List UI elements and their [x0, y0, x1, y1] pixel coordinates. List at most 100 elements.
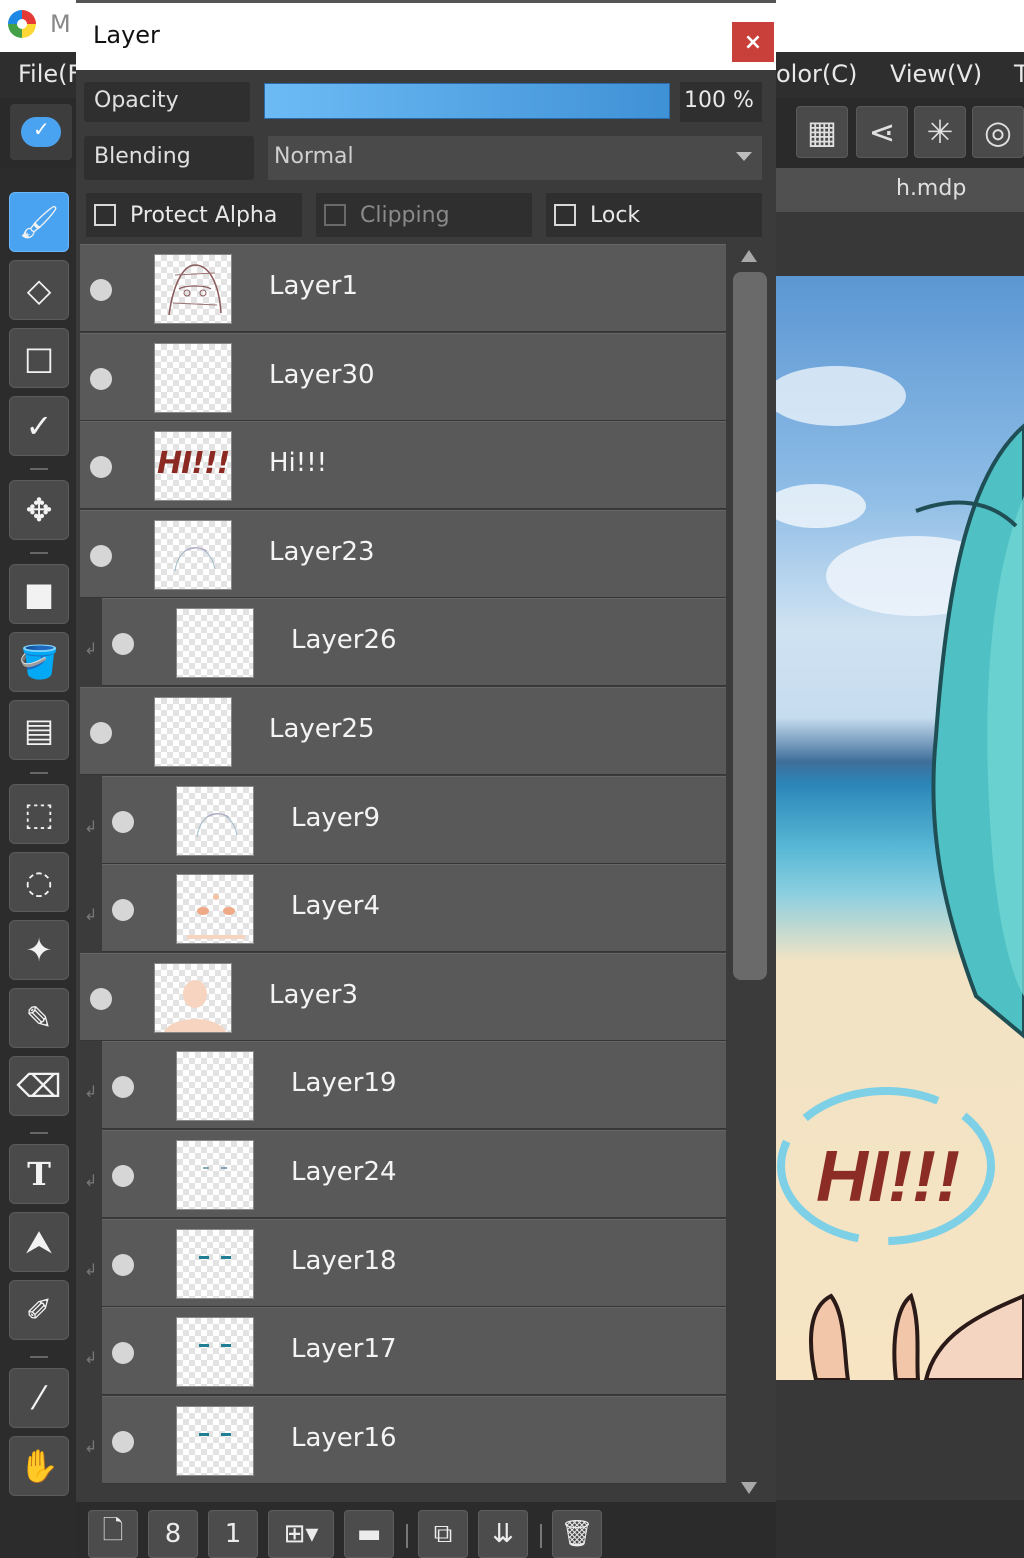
- move-tool[interactable]: ✥: [9, 480, 69, 540]
- eraser-icon: ◇: [26, 271, 52, 309]
- perspective-button[interactable]: ⋖: [856, 106, 908, 158]
- menu-color[interactable]: olor(C): [776, 60, 857, 88]
- clipping-label: Clipping: [360, 202, 450, 228]
- layer-row[interactable]: ↲ Layer17: [84, 1307, 726, 1396]
- layer-row[interactable]: Layer25: [80, 687, 726, 775]
- perspective-icon: ⋖: [868, 113, 896, 151]
- duplicate-layer-button[interactable]: ⧉: [418, 1510, 468, 1558]
- layer-row[interactable]: Layer1: [80, 244, 726, 332]
- visibility-toggle-icon[interactable]: [112, 1076, 134, 1099]
- bucket-tool[interactable]: 🪣: [9, 632, 69, 692]
- visibility-toggle-icon[interactable]: [90, 722, 112, 744]
- menu-view[interactable]: View(V): [890, 60, 982, 88]
- merge-down-button[interactable]: ⇊: [478, 1510, 528, 1558]
- scroll-down-icon[interactable]: [741, 1482, 757, 1494]
- layer-scrollbar[interactable]: [730, 244, 768, 1502]
- visibility-toggle-icon[interactable]: [90, 987, 112, 1010]
- layer-name: Layer17: [291, 1334, 397, 1365]
- layer-row[interactable]: ↲ Layer4: [84, 864, 726, 953]
- visibility-toggle-icon[interactable]: [112, 899, 134, 922]
- clipping-arrow-icon: ↲: [84, 816, 98, 836]
- scroll-thumb[interactable]: [733, 272, 767, 980]
- canvas-artwork[interactable]: HI!!!: [776, 276, 1024, 1380]
- layer-thumbnail: [176, 874, 254, 945]
- close-button[interactable]: ×: [732, 22, 774, 62]
- lock-checkbox[interactable]: Lock: [546, 193, 762, 237]
- concentric-icon: ◎: [984, 113, 1012, 151]
- clipping-arrow-icon: ↲: [84, 1171, 98, 1190]
- layer-row[interactable]: HI!!! Hi!!!: [80, 421, 726, 510]
- hand-tool[interactable]: ✋: [9, 1436, 69, 1496]
- layer-row[interactable]: ↲ Layer26: [84, 598, 726, 687]
- lasso-tool[interactable]: ◌: [9, 852, 69, 912]
- select-pen-tool[interactable]: ✎: [9, 988, 69, 1048]
- visibility-toggle-icon[interactable]: [112, 1165, 134, 1187]
- eyedropper-tool[interactable]: ⁄: [9, 1368, 69, 1428]
- layer-row[interactable]: ↲ Layer16: [84, 1395, 726, 1484]
- menu-file[interactable]: File(F: [18, 60, 81, 88]
- delete-layer-button[interactable]: 🗑: [552, 1510, 602, 1558]
- select-rect-tool[interactable]: ⬚: [9, 784, 69, 844]
- shape-tool[interactable]: □: [9, 328, 69, 388]
- protect-alpha-checkbox[interactable]: Protect Alpha: [86, 193, 302, 237]
- correction-tool[interactable]: ✓: [9, 396, 69, 456]
- visibility-toggle-icon[interactable]: [112, 1342, 134, 1365]
- cloud-button[interactable]: [10, 104, 72, 160]
- text-tool[interactable]: T: [9, 1144, 69, 1204]
- tool-divider: [30, 1132, 48, 1134]
- visibility-toggle-icon[interactable]: [90, 544, 112, 567]
- visibility-toggle-icon[interactable]: [90, 367, 112, 390]
- new-1bit-layer-button[interactable]: 1: [208, 1510, 258, 1558]
- layer-row[interactable]: ↲ Layer24: [84, 1130, 726, 1218]
- blending-label: Blending: [84, 136, 254, 180]
- layer-thumbnail: [154, 697, 232, 767]
- canvas-footer: [776, 1500, 1024, 1558]
- clipping-checkbox[interactable]: Clipping: [316, 193, 532, 237]
- layer-row[interactable]: Layer23: [80, 509, 726, 598]
- brush-tool[interactable]: 🖌: [9, 192, 69, 252]
- layer-name: Layer23: [269, 536, 375, 567]
- document-tab[interactable]: h.mdp: [896, 176, 966, 201]
- visibility-toggle-icon[interactable]: [112, 633, 134, 656]
- layer-row[interactable]: Layer3: [80, 952, 726, 1041]
- visibility-toggle-icon[interactable]: [90, 456, 112, 479]
- layer-window-titlebar[interactable]: Layer ×: [76, 0, 776, 70]
- visibility-toggle-icon[interactable]: [112, 810, 134, 833]
- gradient-tool[interactable]: ▤: [9, 700, 69, 760]
- cloud-check-icon: [21, 117, 61, 147]
- new-layer-button[interactable]: 🗋: [88, 1510, 138, 1558]
- scroll-up-icon[interactable]: [741, 250, 757, 262]
- fill-rect-tool[interactable]: ■: [9, 564, 69, 624]
- folder-button[interactable]: ▬: [344, 1510, 394, 1558]
- radial-button[interactable]: ✳: [914, 106, 966, 158]
- clipping-arrow-icon: ↲: [84, 1082, 98, 1102]
- layer-thumbnail: [176, 1405, 254, 1476]
- grid-button[interactable]: ▦: [796, 106, 848, 158]
- opacity-slider[interactable]: [264, 83, 670, 119]
- eraser-tool[interactable]: ◇: [9, 260, 69, 320]
- opacity-value[interactable]: 100 %: [680, 82, 762, 122]
- add-layer-menu-button[interactable]: ⊞▾: [268, 1510, 334, 1558]
- grid-icon: ▦: [806, 113, 838, 151]
- menu-next[interactable]: T: [1014, 60, 1024, 88]
- divide-tool[interactable]: ✐: [9, 1280, 69, 1340]
- clipping-arrow-icon: ↲: [84, 639, 98, 659]
- new-8bit-layer-button[interactable]: 8: [148, 1510, 198, 1558]
- operation-tool[interactable]: ⮝: [9, 1212, 69, 1272]
- select-eraser-tool[interactable]: ⌫: [9, 1056, 69, 1116]
- visibility-toggle-icon[interactable]: [112, 1253, 134, 1276]
- layer-row[interactable]: Layer30: [80, 332, 726, 421]
- layer-thumbnail: [176, 785, 254, 856]
- canvas-illustration: HI!!!: [776, 366, 1024, 1380]
- concentric-button[interactable]: ◎: [972, 106, 1024, 158]
- blending-select[interactable]: Normal: [268, 136, 762, 180]
- layer-row[interactable]: ↲ Layer19: [84, 1041, 726, 1130]
- visibility-toggle-icon[interactable]: [112, 1430, 134, 1453]
- layer-bottom-toolbar: 🗋 8 1 ⊞▾ ▬ ⧉ ⇊ 🗑: [76, 1502, 776, 1558]
- visibility-toggle-icon[interactable]: [90, 279, 112, 301]
- layer-list[interactable]: Layer1 Layer30 HI!!! Hi!!! Layer23 ↲ Layer26 La…: [80, 244, 726, 1502]
- magic-wand-tool[interactable]: ✦: [9, 920, 69, 980]
- layer-row[interactable]: ↲ Layer9: [84, 775, 726, 864]
- checkbox-icon: [94, 204, 116, 226]
- layer-row[interactable]: ↲ Layer18: [84, 1218, 726, 1307]
